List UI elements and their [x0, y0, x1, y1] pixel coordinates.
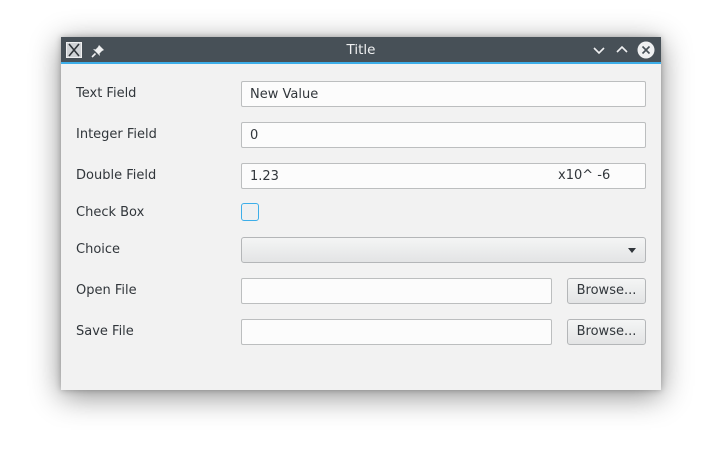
- double-field-label: Double Field: [76, 168, 157, 183]
- choice-dropdown[interactable]: [241, 237, 646, 263]
- dialog-window: Title Text Field Integer Field Double Fi…: [61, 37, 661, 390]
- text-field-input[interactable]: [241, 81, 646, 107]
- integer-field-label: Integer Field: [76, 127, 157, 142]
- minimize-icon[interactable]: [590, 41, 608, 59]
- check-box-label: Check Box: [76, 205, 145, 220]
- choice-label: Choice: [76, 242, 121, 257]
- chevron-down-icon: [628, 248, 636, 253]
- save-file-browse-button[interactable]: Browse...: [567, 319, 646, 345]
- close-icon[interactable]: [637, 41, 655, 59]
- open-file-label: Open File: [76, 283, 137, 298]
- title-bar[interactable]: Title: [61, 37, 661, 64]
- open-file-browse-button[interactable]: Browse...: [567, 278, 646, 304]
- save-file-input[interactable]: [241, 319, 552, 345]
- text-field-label: Text Field: [76, 86, 137, 101]
- double-field-exponent: x10^ -6: [558, 168, 611, 183]
- integer-field-input[interactable]: [241, 122, 646, 148]
- check-box[interactable]: [241, 203, 259, 221]
- window-title: Title: [346, 42, 376, 58]
- open-file-input[interactable]: [241, 278, 552, 304]
- save-file-label: Save File: [76, 324, 134, 339]
- maximize-icon[interactable]: [613, 41, 631, 59]
